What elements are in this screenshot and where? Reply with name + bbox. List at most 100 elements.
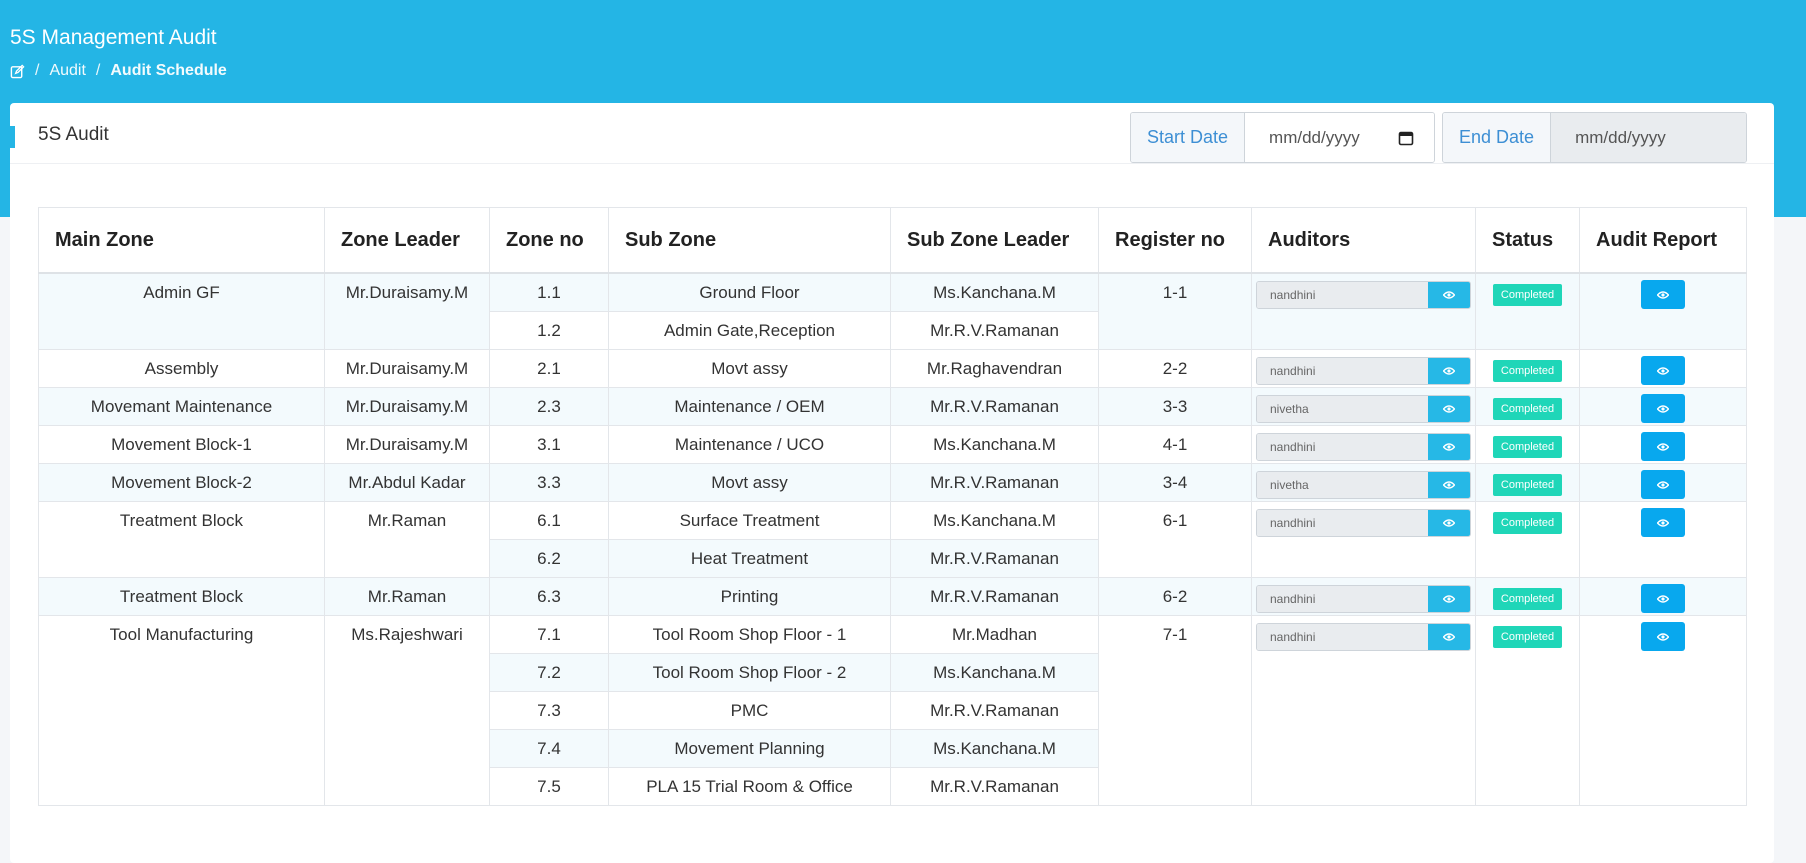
- card-header: 5S Audit Start Date mm/dd/yyyy End Date …: [10, 103, 1774, 164]
- view-audit-report-button[interactable]: [1641, 470, 1685, 499]
- cell-zone-leader: Mr.Duraisamy.M: [324, 425, 490, 464]
- cell-sub-zone: Maintenance / OEM: [608, 387, 891, 426]
- cell-status: Completed: [1475, 463, 1580, 502]
- cell-zone-no: 1.2: [489, 311, 609, 350]
- column-header-status: Status: [1475, 207, 1580, 274]
- cell-register-no: 3-4: [1098, 463, 1252, 502]
- auditor-input[interactable]: nivetha: [1257, 396, 1428, 422]
- card-title: 5S Audit: [38, 124, 109, 145]
- view-audit-report-button[interactable]: [1641, 432, 1685, 461]
- cell-auditors: nivetha: [1251, 387, 1476, 426]
- column-header-main-zone: Main Zone: [38, 207, 325, 274]
- auditor-input[interactable]: nandhini: [1257, 586, 1428, 612]
- view-auditor-button[interactable]: [1428, 586, 1470, 612]
- eye-icon: [1657, 366, 1669, 375]
- cell-sub-zone-leader: Ms.Kanchana.M: [890, 501, 1099, 540]
- view-auditor-button[interactable]: [1428, 396, 1470, 422]
- eye-icon: [1657, 442, 1669, 451]
- cell-sub-zone: Printing: [608, 577, 891, 616]
- view-audit-report-button[interactable]: [1641, 394, 1685, 423]
- cell-zone-leader: Mr.Duraisamy.M: [324, 387, 490, 426]
- auditor-input[interactable]: nandhini: [1257, 282, 1428, 308]
- cell-auditors: nandhini: [1251, 577, 1476, 616]
- view-audit-report-button[interactable]: [1641, 508, 1685, 537]
- cell-main-zone: Treatment Block: [38, 577, 325, 616]
- cell-sub-zone-leader: Ms.Kanchana.M: [890, 425, 1099, 464]
- cell-sub-zone: Movt assy: [608, 463, 891, 502]
- end-date-input[interactable]: mm/dd/yyyy: [1551, 113, 1746, 162]
- cell-register-no: 7-1: [1098, 615, 1252, 806]
- view-audit-report-button[interactable]: [1641, 584, 1685, 613]
- auditor-field: nandhini: [1256, 623, 1471, 651]
- auditor-field: nivetha: [1256, 471, 1471, 499]
- cell-zone-leader: Mr.Raman: [324, 501, 490, 578]
- column-header-auditors: Auditors: [1251, 207, 1476, 274]
- cell-register-no: 4-1: [1098, 425, 1252, 464]
- breadcrumb-audit[interactable]: Audit: [49, 62, 85, 80]
- view-auditor-button[interactable]: [1428, 358, 1470, 384]
- auditor-input[interactable]: nivetha: [1257, 472, 1428, 498]
- edit-icon[interactable]: [10, 63, 25, 79]
- view-auditor-button[interactable]: [1428, 624, 1470, 650]
- view-audit-report-button[interactable]: [1641, 280, 1685, 309]
- cell-zone-leader: Mr.Abdul Kadar: [324, 463, 490, 502]
- view-auditor-button[interactable]: [1428, 472, 1470, 498]
- auditor-input[interactable]: nandhini: [1257, 434, 1428, 460]
- cell-zone-no: 6.3: [489, 577, 609, 616]
- breadcrumb-separator: /: [35, 62, 40, 79]
- cell-audit-report: [1579, 387, 1747, 426]
- card-accent-bar: [10, 126, 15, 148]
- cell-auditors: nandhini: [1251, 349, 1476, 388]
- start-date-group: Start Date mm/dd/yyyy: [1130, 112, 1435, 163]
- view-audit-report-button[interactable]: [1641, 356, 1685, 385]
- cell-sub-zone: Movement Planning: [608, 729, 891, 768]
- cell-auditors: nandhini: [1251, 425, 1476, 464]
- cell-main-zone: Treatment Block: [38, 501, 325, 578]
- eye-icon: [1657, 290, 1669, 299]
- status-badge: Completed: [1492, 436, 1563, 458]
- view-auditor-button[interactable]: [1428, 434, 1470, 460]
- cell-zone-leader: Mr.Raman: [324, 577, 490, 616]
- cell-zone-leader: Ms.Rajeshwari: [324, 615, 490, 806]
- auditor-input[interactable]: nandhini: [1257, 358, 1428, 384]
- cell-auditors: nandhini: [1251, 272, 1476, 350]
- start-date-placeholder: mm/dd/yyyy: [1269, 127, 1360, 147]
- cell-status: Completed: [1475, 425, 1580, 464]
- eye-icon: [1443, 595, 1455, 603]
- view-audit-report-button[interactable]: [1641, 622, 1685, 651]
- cell-zone-leader: Mr.Duraisamy.M: [324, 272, 490, 350]
- cell-register-no: 6-2: [1098, 577, 1252, 616]
- auditor-input[interactable]: nandhini: [1257, 624, 1428, 650]
- view-auditor-button[interactable]: [1428, 282, 1470, 308]
- cell-audit-report: [1579, 463, 1747, 502]
- cell-zone-no: 1.1: [489, 272, 609, 312]
- column-header-sub-zone: Sub Zone: [608, 207, 891, 274]
- cell-sub-zone-leader: Mr.R.V.Ramanan: [890, 463, 1099, 502]
- auditor-field: nandhini: [1256, 281, 1471, 309]
- cell-zone-no: 2.3: [489, 387, 609, 426]
- cell-sub-zone-leader: Mr.R.V.Ramanan: [890, 311, 1099, 350]
- cell-zone-no: 7.5: [489, 767, 609, 806]
- breadcrumb-separator: /: [95, 62, 101, 79]
- cell-status: Completed: [1475, 501, 1580, 578]
- table-header-row: Main Zone Zone Leader Zone no Sub Zone S…: [38, 207, 1747, 274]
- auditor-field: nandhini: [1256, 585, 1471, 613]
- status-badge: Completed: [1492, 284, 1563, 306]
- eye-icon: [1443, 291, 1455, 299]
- view-auditor-button[interactable]: [1428, 510, 1470, 536]
- cell-sub-zone: Maintenance / UCO: [608, 425, 891, 464]
- cell-sub-zone: Movt assy: [608, 349, 891, 388]
- cell-audit-report: [1579, 615, 1747, 806]
- cell-sub-zone-leader: Mr.Madhan: [890, 615, 1099, 654]
- auditor-input[interactable]: nandhini: [1257, 510, 1428, 536]
- cell-main-zone: Assembly: [38, 349, 325, 388]
- cell-sub-zone: PMC: [608, 691, 891, 730]
- cell-register-no: 6-1: [1098, 501, 1252, 578]
- end-date-label: End Date: [1443, 113, 1552, 162]
- calendar-icon[interactable]: [1398, 130, 1414, 146]
- start-date-input[interactable]: mm/dd/yyyy: [1245, 113, 1434, 162]
- cell-main-zone: Movement Block-1: [38, 425, 325, 464]
- cell-sub-zone: Tool Room Shop Floor - 1: [608, 615, 891, 654]
- eye-icon: [1657, 632, 1669, 641]
- cell-sub-zone: Surface Treatment: [608, 501, 891, 540]
